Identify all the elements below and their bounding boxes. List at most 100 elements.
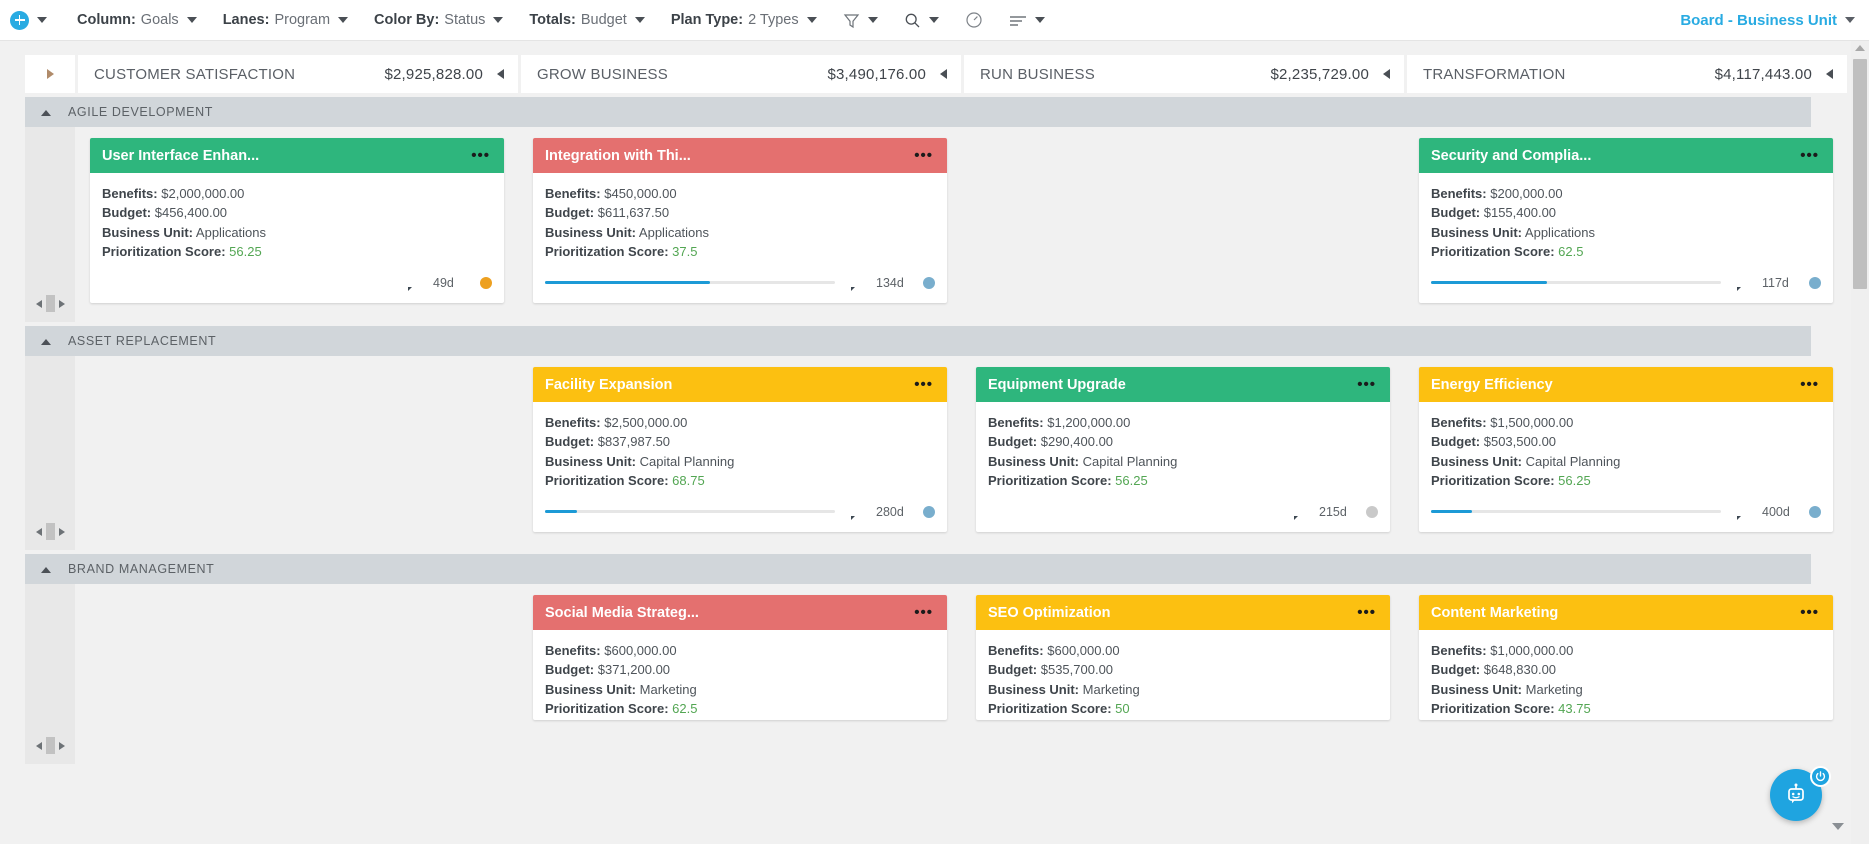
card-menu-button[interactable]: ••• xyxy=(914,377,933,392)
comment-icon[interactable] xyxy=(1735,277,1748,292)
card-budget-row: Budget: $648,830.00 xyxy=(1431,661,1821,679)
chevron-left-icon[interactable] xyxy=(35,299,42,308)
board-card[interactable]: SEO Optimization ••• Benefits: $600,000.00… xyxy=(976,595,1390,720)
board-vertical-scrollbar[interactable] xyxy=(1851,41,1869,844)
board-cell[interactable] xyxy=(78,584,518,764)
board-cell[interactable]: Energy Efficiency ••• Benefits: $1,500,000… xyxy=(1407,356,1847,550)
chevron-right-icon xyxy=(46,69,54,79)
progress-track xyxy=(1431,281,1721,285)
column-selector-label: Column: xyxy=(77,12,136,28)
score-label: Prioritization Score: xyxy=(988,473,1112,489)
search-button[interactable] xyxy=(904,12,939,29)
lane-header[interactable]: AGILE DEVELOPMENT xyxy=(25,97,1811,127)
column-header-customer-satisfaction[interactable]: CUSTOMER SATISFACTION $2,925,828.00 xyxy=(78,55,518,93)
card-body: Benefits: $200,000.00 Budget: $155,400.00… xyxy=(1419,173,1833,262)
lane-pager[interactable] xyxy=(25,523,75,540)
card-menu-button[interactable]: ••• xyxy=(914,605,933,620)
gauge-button[interactable] xyxy=(965,11,983,29)
board-card[interactable]: Integration with Thi... ••• Benefits: $450… xyxy=(533,138,947,303)
card-score-row: Prioritization Score: 62.5 xyxy=(1431,243,1821,261)
collapse-column-icon[interactable] xyxy=(497,69,504,79)
board-card[interactable]: Energy Efficiency ••• Benefits: $1,500,000… xyxy=(1419,367,1833,532)
board-cell[interactable]: Equipment Upgrade ••• Benefits: $1,200,000… xyxy=(964,356,1404,550)
progress-fill xyxy=(545,510,577,514)
chevron-left-icon[interactable] xyxy=(35,527,42,536)
board-cell[interactable]: Security and Complia... ••• Benefits: $200… xyxy=(1407,127,1847,322)
lane-pager[interactable] xyxy=(25,737,75,754)
budget-value: $611,637.50 xyxy=(597,205,670,221)
lane-pager[interactable] xyxy=(25,295,75,312)
color-by-selector[interactable]: Color By: Status xyxy=(374,12,504,28)
filter-icon xyxy=(843,13,859,28)
card-header: Facility Expansion ••• xyxy=(533,367,947,402)
card-menu-button[interactable]: ••• xyxy=(1357,377,1376,392)
chevron-up-icon[interactable] xyxy=(41,107,52,118)
board-cell[interactable]: SEO Optimization ••• Benefits: $600,000.00… xyxy=(964,584,1404,764)
board-card[interactable]: Security and Complia... ••• Benefits: $200… xyxy=(1419,138,1833,303)
board-cell[interactable]: Content Marketing ••• Benefits: $1,000,000… xyxy=(1407,584,1847,764)
expand-gutter-button[interactable] xyxy=(25,55,75,93)
list-view-button[interactable] xyxy=(1009,13,1045,27)
footer-chevron-down-icon[interactable] xyxy=(1832,823,1844,830)
card-menu-button[interactable]: ••• xyxy=(914,148,933,163)
chevron-up-icon[interactable] xyxy=(41,564,52,575)
card-menu-button[interactable]: ••• xyxy=(471,148,490,163)
chevron-up-icon[interactable] xyxy=(41,336,52,347)
board-card[interactable]: Content Marketing ••• Benefits: $1,000,000… xyxy=(1419,595,1833,720)
totals-selector[interactable]: Totals: Budget xyxy=(529,12,645,28)
collapse-column-icon[interactable] xyxy=(1826,69,1833,79)
board-cell[interactable] xyxy=(964,127,1404,322)
board-card[interactable]: Social Media Strateg... ••• Benefits: $600… xyxy=(533,595,947,720)
add-menu-button[interactable] xyxy=(10,10,47,30)
column-header-run-business[interactable]: RUN BUSINESS $2,235,729.00 xyxy=(964,55,1404,93)
lane-header[interactable]: ASSET REPLACEMENT xyxy=(25,326,1811,356)
board-card[interactable]: Facility Expansion ••• Benefits: $2,500,00… xyxy=(533,367,947,532)
card-menu-button[interactable]: ••• xyxy=(1800,148,1819,163)
chevron-left-icon[interactable] xyxy=(35,741,42,750)
board-cell[interactable]: Facility Expansion ••• Benefits: $2,500,00… xyxy=(521,356,961,550)
card-title: SEO Optimization xyxy=(988,604,1111,621)
board-selector[interactable]: Board - Business Unit xyxy=(1680,12,1855,29)
card-body: Benefits: $1,200,000.00 Budget: $290,400.… xyxy=(976,402,1390,491)
board-cell[interactable] xyxy=(78,356,518,550)
column-header-transformation[interactable]: TRANSFORMATION $4,117,443.00 xyxy=(1407,55,1847,93)
add-plus-icon xyxy=(10,10,29,30)
benefits-value: $1,000,000.00 xyxy=(1490,643,1574,658)
card-menu-button[interactable]: ••• xyxy=(1357,605,1376,620)
board-cell[interactable]: User Interface Enhan... ••• Benefits: $2,0… xyxy=(78,127,518,322)
board-cell[interactable]: Integration with Thi... ••• Benefits: $450… xyxy=(521,127,961,322)
filter-button[interactable] xyxy=(843,12,878,29)
board-cell[interactable]: Social Media Strateg... ••• Benefits: $600… xyxy=(521,584,961,764)
lanes-selector[interactable]: Lanes: Program xyxy=(223,12,349,28)
column-title: RUN BUSINESS xyxy=(980,65,1095,83)
comment-icon[interactable] xyxy=(849,506,862,521)
chevron-right-icon[interactable] xyxy=(58,527,65,536)
chatbot-power-button[interactable] xyxy=(1810,766,1831,787)
chevron-right-icon[interactable] xyxy=(58,741,65,750)
lane-header[interactable]: BRAND MANAGEMENT xyxy=(25,554,1811,584)
card-benefits-row: Benefits: $450,000.00 xyxy=(545,185,935,203)
board-card[interactable]: User Interface Enhan... ••• Benefits: $2,0… xyxy=(90,138,504,303)
status-badge xyxy=(1809,505,1821,518)
plan-type-selector-label: Plan Type: xyxy=(670,12,744,28)
card-title: Social Media Strateg... xyxy=(545,604,699,621)
chevron-right-icon[interactable] xyxy=(58,299,65,308)
benefits-label: Benefits: xyxy=(1431,415,1487,430)
collapse-column-icon[interactable] xyxy=(940,69,947,79)
benefits-value: $2,500,000.00 xyxy=(604,415,688,430)
scroll-up-icon[interactable] xyxy=(1855,45,1865,51)
plan-type-selector[interactable]: Plan Type: 2 Types xyxy=(671,12,817,28)
card-menu-button[interactable]: ••• xyxy=(1800,605,1819,620)
progress-track xyxy=(1431,510,1721,514)
column-header-grow-business[interactable]: GROW BUSINESS $3,490,176.00 xyxy=(521,55,961,93)
comment-icon[interactable] xyxy=(849,277,862,292)
comment-icon[interactable] xyxy=(1292,506,1305,521)
comment-icon[interactable] xyxy=(406,277,419,292)
collapse-column-icon[interactable] xyxy=(1383,69,1390,79)
column-selector[interactable]: Column: Goals xyxy=(77,12,197,28)
board-card[interactable]: Equipment Upgrade ••• Benefits: $1,200,000… xyxy=(976,367,1390,532)
comment-icon[interactable] xyxy=(1735,506,1748,521)
scrollbar-thumb[interactable] xyxy=(1853,59,1867,289)
card-menu-button[interactable]: ••• xyxy=(1800,377,1819,392)
card-benefits-row: Benefits: $600,000.00 xyxy=(988,642,1378,660)
